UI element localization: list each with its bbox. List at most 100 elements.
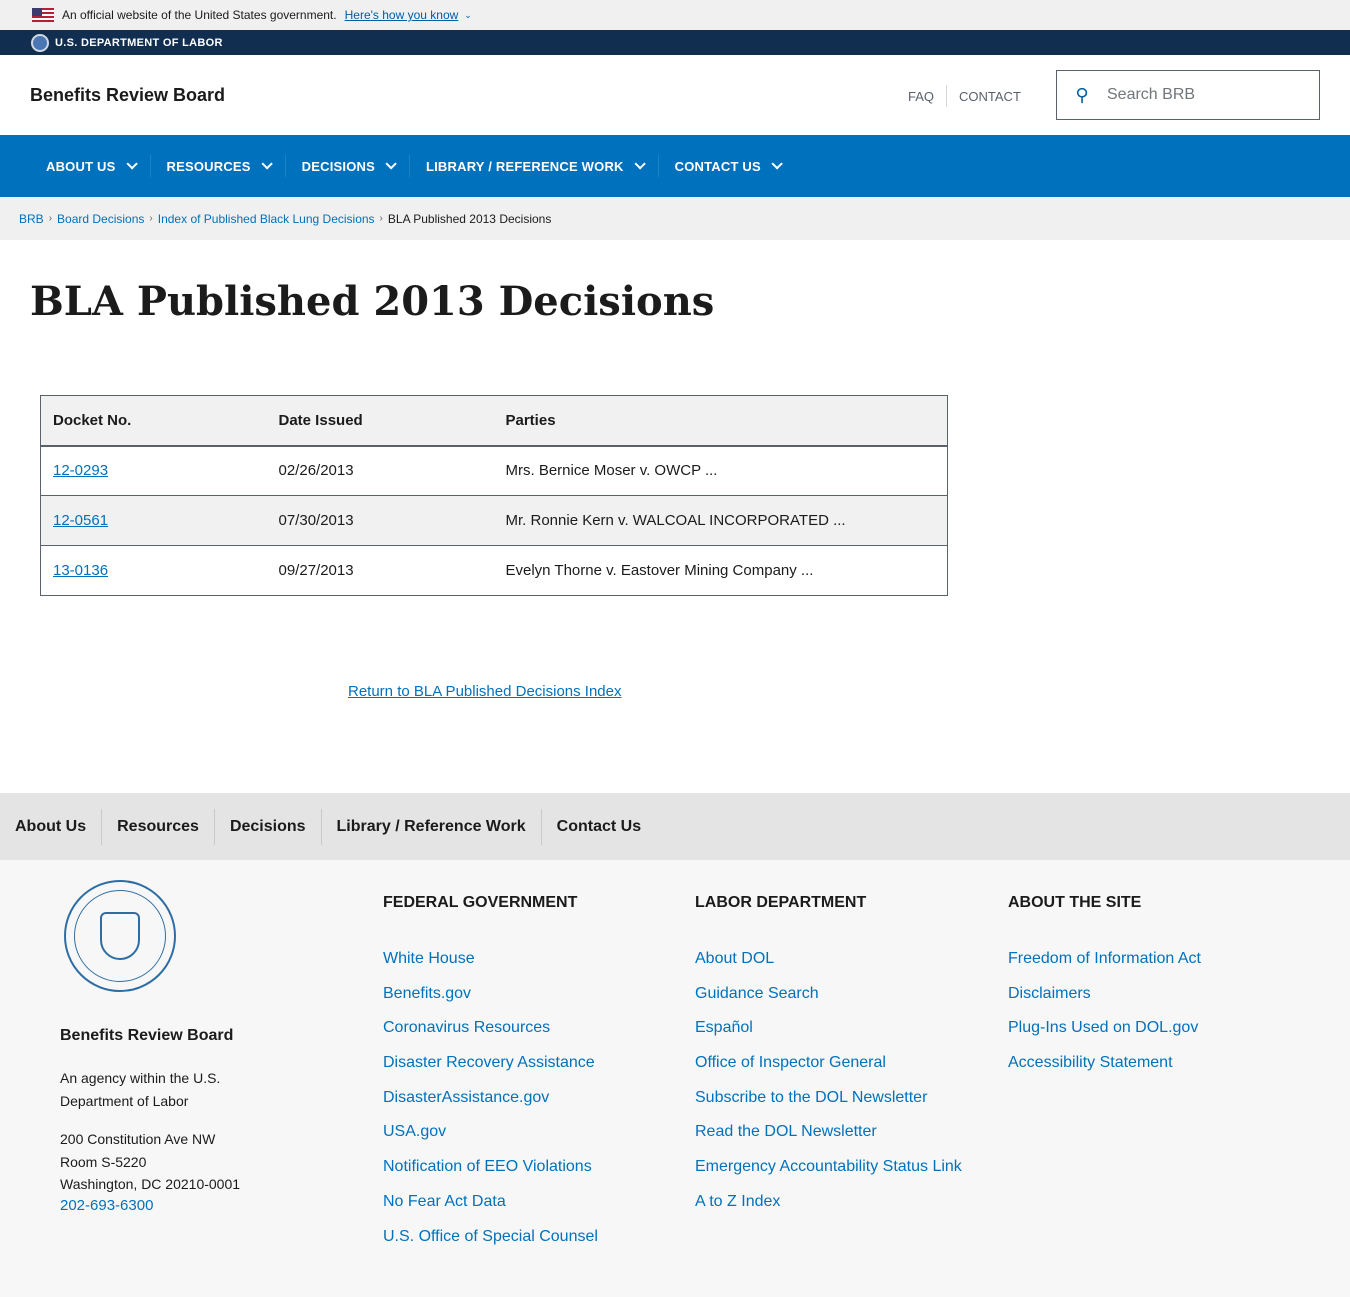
address-line: Washington, DC 20210-0001 — [60, 1176, 241, 1192]
footer-list-item: DisasterAssistance.gov — [383, 1089, 598, 1124]
nav-item-label: RESOURCES — [166, 158, 251, 174]
footer-list-item: Guidance Search — [695, 985, 962, 1020]
breadcrumb-brb[interactable]: BRB — [19, 212, 44, 226]
search-input[interactable] — [1107, 86, 1307, 104]
site-header: Benefits Review Board FAQ CONTACT ⚲ — [0, 55, 1350, 135]
footer-link[interactable]: Plug-Ins Used on DOL.gov — [1008, 1019, 1198, 1036]
footer-link[interactable]: USA.gov — [383, 1123, 446, 1140]
date-cell: 02/26/2013 — [266, 445, 494, 496]
table-header-row: Docket No. Date Issued Parties — [40, 395, 948, 447]
footer-link[interactable]: Coronavirus Resources — [383, 1019, 550, 1036]
divider — [946, 85, 948, 107]
decisions-table: Docket No. Date Issued Parties 12-0293 0… — [40, 395, 948, 596]
heres-how-you-know-link[interactable]: Here's how you know — [345, 8, 459, 22]
table-row: 12-0561 07/30/2013 Mr. Ronnie Kern v. WA… — [40, 495, 948, 546]
footer-list-item: About DOL — [695, 950, 962, 985]
chevron-down-icon[interactable] — [261, 158, 273, 170]
footer-link[interactable]: About DOL — [695, 950, 774, 967]
dol-bar-label[interactable]: U.S. DEPARTMENT OF LABOR — [55, 37, 223, 49]
search-box: ⚲ — [1056, 70, 1320, 120]
breadcrumb-board-decisions[interactable]: Board Decisions — [57, 212, 144, 226]
footer-link[interactable]: DisasterAssistance.gov — [383, 1089, 549, 1106]
nav-item-label: CONTACT US — [674, 158, 761, 174]
footer-list-item: White House — [383, 950, 598, 985]
chevron-down-icon[interactable] — [634, 158, 646, 170]
footer-list-item: No Fear Act Data — [383, 1193, 598, 1228]
footer-link[interactable]: Office of Inspector General — [695, 1054, 886, 1071]
footer-list-item: Disaster Recovery Assistance — [383, 1054, 598, 1089]
footer-column-title: Federal Government — [383, 894, 578, 911]
footer-link[interactable]: A to Z Index — [695, 1193, 780, 1210]
dol-bar: U.S. DEPARTMENT OF LABOR — [0, 30, 1350, 55]
footer-nav-item[interactable]: Contact Us — [542, 809, 656, 845]
footer-list-item: Freedom of Information Act — [1008, 950, 1201, 985]
footer-nav-item[interactable]: Decisions — [215, 808, 322, 845]
return-to-index-link[interactable]: Return to BLA Published Decisions Index — [348, 683, 622, 700]
footer-list-item: Notification of EEO Violations — [383, 1158, 598, 1193]
footer-link[interactable]: Disaster Recovery Assistance — [383, 1054, 595, 1071]
footer-nav: About Us Resources Decisions Library / Refe… — [0, 793, 1350, 860]
footer-list-item: Coronavirus Resources — [383, 1019, 598, 1054]
dol-seal-icon — [64, 880, 176, 992]
footer-link[interactable]: Benefits.gov — [383, 985, 471, 1002]
footer-phone-link[interactable]: 202-693-6300 — [60, 1197, 153, 1214]
address-line: Room S-5220 — [60, 1153, 147, 1170]
footer-nav-item[interactable]: About Us — [15, 808, 103, 845]
chevron-down-icon[interactable] — [125, 158, 138, 170]
header-parties: Parties — [493, 395, 948, 447]
footer: Benefits Review Board An agency within t… — [0, 860, 1350, 1297]
nav-item[interactable]: CONTACT US — [659, 155, 795, 177]
parties-cell: Mr. Ronnie Kern v. WALCOAL INCORPORATED … — [493, 495, 948, 546]
header-date: Date Issued — [266, 395, 494, 447]
footer-list-item: Read the DOL Newsletter — [695, 1123, 962, 1158]
footer-link[interactable]: Subscribe to the DOL Newsletter — [695, 1089, 927, 1106]
nav-item[interactable]: DECISIONS — [286, 155, 410, 177]
footer-nav-item[interactable]: Resources — [102, 808, 215, 845]
footer-link[interactable]: Disclaimers — [1008, 985, 1091, 1002]
footer-link[interactable]: Emergency Accountability Status Link — [695, 1158, 962, 1175]
docket-link[interactable]: 12-0293 — [53, 462, 108, 479]
footer-list-item: Accessibility Statement — [1008, 1054, 1201, 1089]
footer-link[interactable]: Guidance Search — [695, 985, 819, 1002]
footer-agency-name: Benefits Review Board — [60, 1027, 234, 1044]
search-icon[interactable]: ⚲ — [1057, 85, 1107, 106]
breadcrumb-current: BLA Published 2013 Decisions — [387, 211, 552, 226]
footer-nav-item[interactable]: Library / Reference Work — [322, 808, 542, 845]
page-title: BLA Published 2013 Decisions — [30, 278, 715, 325]
docket-link[interactable]: 12-0561 — [53, 512, 108, 529]
chevron-right-icon: › — [48, 213, 53, 224]
footer-column-labor: Labor Department About DOL Guidance Searc… — [695, 894, 962, 1228]
date-cell: 07/30/2013 — [266, 495, 494, 546]
parties-cell: Mrs. Bernice Moser v. OWCP ... — [493, 445, 948, 496]
faq-link[interactable]: FAQ — [908, 89, 934, 104]
footer-link[interactable]: Accessibility Statement — [1008, 1054, 1173, 1071]
footer-link[interactable]: Read the DOL Newsletter — [695, 1123, 877, 1140]
footer-column-federal: Federal Government White House Benefits.g… — [383, 894, 598, 1262]
footer-list-item: Subscribe to the DOL Newsletter — [695, 1089, 962, 1124]
nav-item-label: ABOUT US — [46, 158, 116, 174]
footer-link[interactable]: No Fear Act Data — [383, 1193, 506, 1210]
chevron-down-icon[interactable]: ⌄ — [464, 10, 472, 21]
main-nav: ABOUT US RESOURCES DECISIONS LIBRARY / REFE… — [0, 135, 1350, 197]
footer-link[interactable]: U.S. Office of Special Counsel — [383, 1228, 598, 1245]
nav-item[interactable]: LIBRARY / REFERENCE WORK — [410, 155, 659, 177]
footer-link[interactable]: Notification of EEO Violations — [383, 1158, 592, 1175]
footer-link[interactable]: Freedom of Information Act — [1008, 950, 1201, 967]
nav-item[interactable]: ABOUT US — [30, 155, 151, 177]
footer-link[interactable]: Español — [695, 1019, 753, 1036]
site-title[interactable]: Benefits Review Board — [30, 85, 225, 106]
contact-link[interactable]: CONTACT — [959, 89, 1021, 104]
footer-column-about: About the Site Freedom of Information Ac… — [1008, 894, 1201, 1089]
docket-link[interactable]: 13-0136 — [53, 562, 108, 579]
footer-list-item: Disclaimers — [1008, 985, 1201, 1020]
breadcrumb: BRB › Board Decisions › Index of Publish… — [0, 197, 1350, 240]
chevron-right-icon: › — [379, 213, 383, 224]
chevron-down-icon[interactable] — [771, 158, 783, 170]
chevron-down-icon[interactable] — [385, 158, 397, 170]
footer-column-title: About the Site — [1008, 894, 1142, 911]
gov-banner-text: An official website of the United States… — [62, 8, 337, 22]
footer-list-item: USA.gov — [383, 1123, 598, 1158]
footer-link[interactable]: White House — [383, 950, 475, 967]
breadcrumb-index-black-lung[interactable]: Index of Published Black Lung Decisions — [158, 212, 375, 226]
nav-item[interactable]: RESOURCES — [151, 155, 286, 177]
